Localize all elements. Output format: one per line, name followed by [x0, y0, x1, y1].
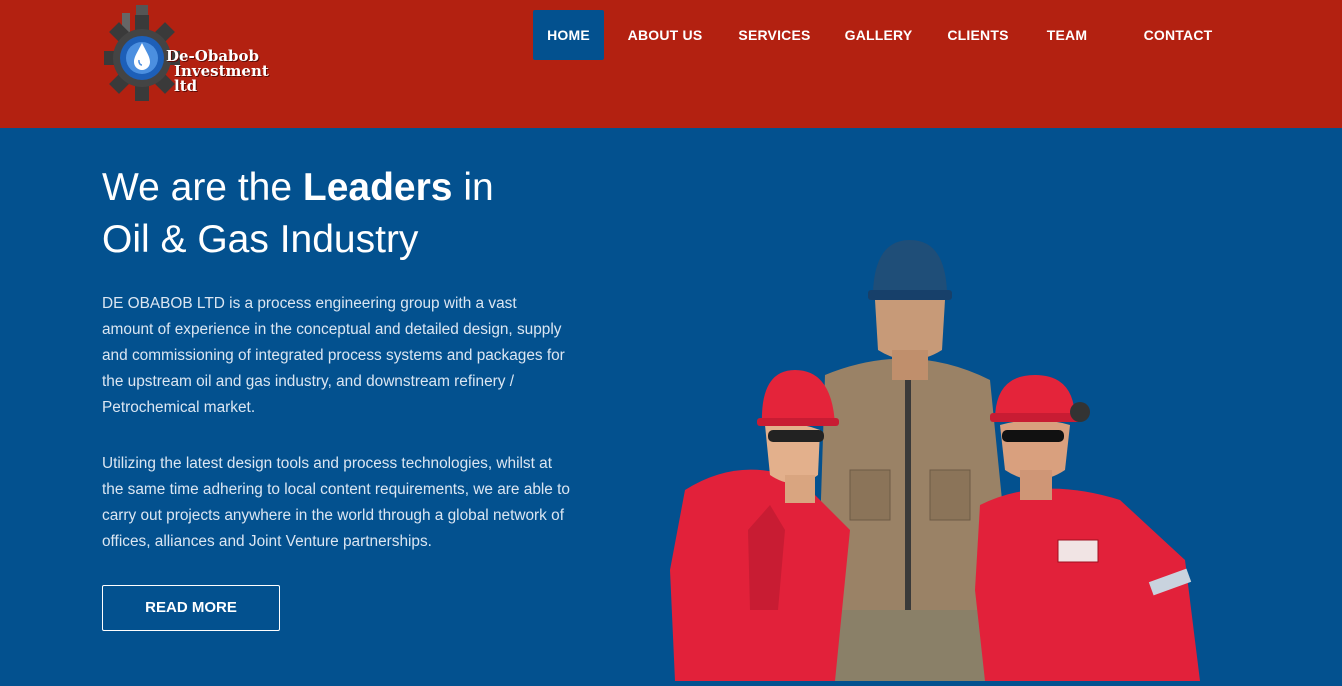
hero-title-bold: Leaders	[302, 166, 453, 209]
hero-title-part2: in	[452, 166, 494, 209]
read-more-button[interactable]: READ MORE	[102, 585, 280, 631]
nav-clients[interactable]: CLIENTS	[939, 10, 1017, 60]
nav-contact[interactable]: CONTACT	[1134, 10, 1222, 60]
nav-about-us[interactable]: ABOUT US	[620, 10, 710, 60]
workers-illustration-icon	[670, 240, 1200, 681]
hero-title: We are the Leaders in Oil & Gas Industry	[102, 162, 622, 266]
nav-team[interactable]: TEAM	[1038, 10, 1096, 60]
hero-paragraph-1: DE OBABOB LTD is a process engineering g…	[102, 295, 565, 416]
hero-title-part1: We are the	[102, 166, 303, 209]
logo-wordmark: De-Obabob Investment ltd	[166, 49, 286, 94]
logo-line2: Investment ltd	[174, 62, 269, 95]
hero-paragraph-2: Utilizing the latest design tools and pr…	[102, 455, 570, 550]
company-logo[interactable]: De-Obabob Investment ltd	[104, 3, 286, 103]
site-header: De-Obabob Investment ltd HOME ABOUT US S…	[0, 0, 1342, 128]
nav-gallery[interactable]: GALLERY	[838, 10, 919, 60]
nav-services[interactable]: SERVICES	[732, 10, 817, 60]
nav-home[interactable]: HOME	[533, 10, 604, 60]
workers-photo	[660, 230, 1220, 681]
hero-title-line2: Oil & Gas Industry	[102, 218, 419, 261]
